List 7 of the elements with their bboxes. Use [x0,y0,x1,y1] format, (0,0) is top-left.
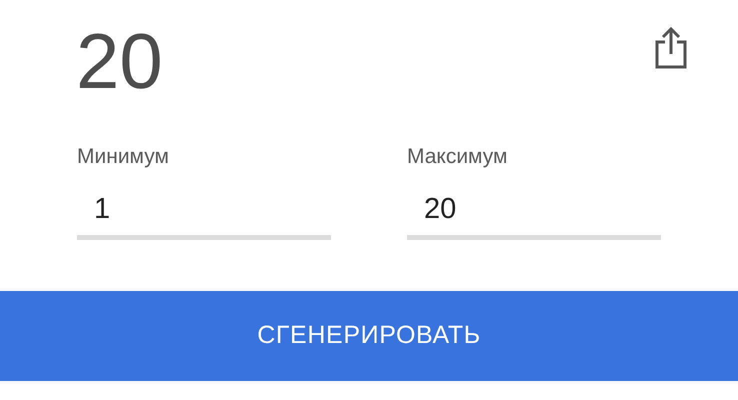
number-field[interactable]: 1 [77,184,331,240]
number-field[interactable]: 20 [407,184,661,240]
field-label: Минимум [77,144,170,170]
field-label: Максимум [407,144,508,170]
generate-button[interactable]: СГЕНЕРИРОВАТЬ [0,291,738,381]
share-icon[interactable] [654,26,688,70]
result-number: 20 [76,16,163,106]
